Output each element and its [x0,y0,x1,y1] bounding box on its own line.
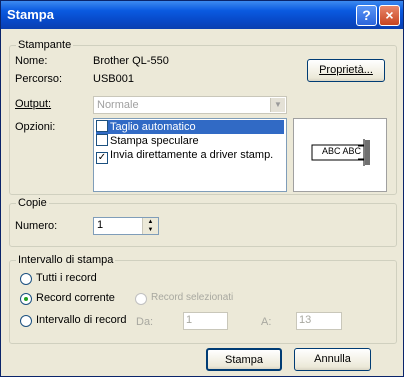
cancel-button-label: Annulla [314,353,351,365]
checkbox-icon[interactable] [96,120,108,132]
copies-group-legend: Copie [16,197,49,209]
print-button-label: Stampa [225,354,263,366]
option-label: Invia direttamente a driver stamp. [110,149,274,161]
option-label: Stampa speculare [110,135,199,147]
label-preview: ABC ABC [293,118,387,192]
printer-group-legend: Stampante [16,39,74,51]
cancel-button[interactable]: Annulla [294,348,371,371]
printer-path-label: Percorso: [15,73,63,85]
title-bar[interactable]: Stampa ? × [1,1,403,29]
all-records-label[interactable]: Tutti i record [36,272,97,284]
arrow-up-icon[interactable]: ▲ [143,218,158,226]
checkmark-icon[interactable]: ✓ [96,152,108,164]
window-title: Stampa [7,7,54,22]
output-select[interactable]: Normale ▼ [93,96,287,114]
radio-all-records[interactable] [20,273,32,285]
record-range-label[interactable]: Intervallo di record [36,314,127,326]
from-field[interactable]: 1 [183,312,228,330]
current-record-label[interactable]: Record corrente [36,292,115,304]
to-label: A: [261,316,272,328]
option-auto-cut[interactable]: Taglio automatico [96,120,284,134]
printer-name-value: Brother QL-550 [93,55,169,67]
copies-group: Copie Numero: 1 ▲ ▼ [9,197,397,247]
copies-number-spinner[interactable]: 1 ▲ ▼ [93,217,159,235]
radio-selected-records[interactable] [135,293,147,305]
spinner-buttons[interactable]: ▲ ▼ [142,218,158,234]
from-value: 1 [186,314,193,326]
properties-button-label: Proprietà... [319,64,373,76]
to-field[interactable]: 13 [296,312,342,330]
option-mirror-print[interactable]: Stampa speculare [96,134,199,148]
printer-name-label: Nome: [15,55,48,67]
from-label: Da: [136,316,154,328]
print-range-group: Intervallo di stampa Tutti i record Reco… [9,254,397,344]
printer-path-value: USB001 [93,73,134,85]
to-value: 13 [299,314,312,326]
selected-records-label[interactable]: Record selezionati [151,292,233,303]
checkbox-icon[interactable] [96,134,108,146]
close-button[interactable]: × [379,5,400,26]
copies-number-value: 1 [97,219,104,231]
properties-button[interactable]: Proprietà... [307,59,385,82]
output-select-value: Normale [97,99,139,111]
arrow-down-icon[interactable]: ▼ [143,226,158,234]
print-button[interactable]: Stampa [206,348,282,371]
print-dialog: Stampa ? × Stampante Nome: Brother QL-55… [0,0,404,377]
option-send-to-driver[interactable]: ✓ Invia direttamente a driver stamp. [96,148,274,164]
label-preview-text: ABC ABC [322,146,362,156]
help-button[interactable]: ? [356,5,377,26]
radio-record-range[interactable] [20,315,32,327]
printer-group: Stampante Nome: Brother QL-550 Percorso:… [9,39,397,195]
output-label: Output: [15,98,52,110]
options-list[interactable]: Taglio automatico Stampa speculare ✓ Invi… [93,118,287,192]
option-label: Taglio automatico [110,121,196,133]
radio-current-record[interactable] [20,293,32,305]
options-label: Opzioni: [15,121,56,133]
chevron-down-icon[interactable]: ▼ [270,98,285,112]
print-range-group-legend: Intervallo di stampa [16,254,116,266]
copies-number-label: Numero: [15,220,58,232]
